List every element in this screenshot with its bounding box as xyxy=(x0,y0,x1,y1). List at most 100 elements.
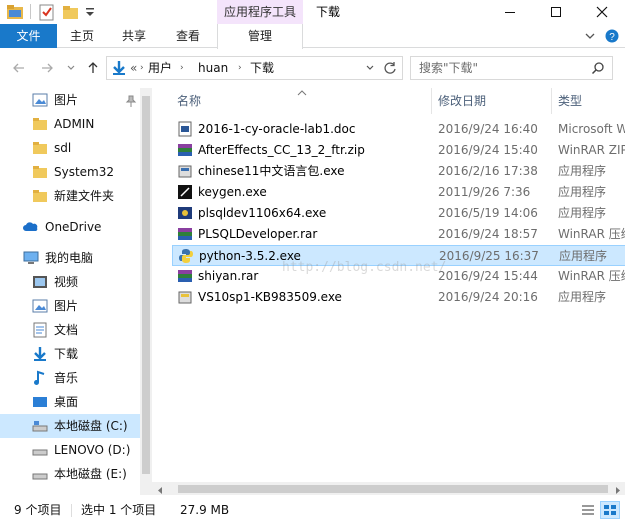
new-folder-icon[interactable] xyxy=(62,3,80,21)
nav-item-system32[interactable]: System32 xyxy=(0,160,140,184)
file-row[interactable]: PLSQLDeveloper.rar 2016/9/24 18:57 WinRA… xyxy=(172,224,625,245)
recent-locations-button[interactable] xyxy=(62,59,80,77)
file-list-horizontal-scrollbar[interactable] xyxy=(152,482,625,495)
nav-item-label: LENOVO (D:) xyxy=(54,443,131,457)
scrollbar-thumb[interactable] xyxy=(142,96,150,474)
nav-item-admin[interactable]: ADMIN xyxy=(0,112,140,136)
breadcrumb-separator-icon[interactable]: › xyxy=(180,57,184,79)
pictures-icon xyxy=(32,92,48,108)
minimize-icon xyxy=(505,12,515,13)
nav-item-drive-d[interactable]: LENOVO (D:) xyxy=(0,438,140,462)
nav-item-sdl[interactable]: sdl xyxy=(0,136,140,160)
nav-item-drive-c[interactable]: 本地磁盘 (C:) xyxy=(0,414,140,438)
explorer-icon[interactable] xyxy=(6,3,24,21)
drive-icon xyxy=(32,466,48,482)
file-name: PLSQLDeveloper.rar xyxy=(198,227,318,241)
winrar-icon xyxy=(177,226,193,242)
chevron-down-icon xyxy=(366,65,374,70)
nav-item-label: 音乐 xyxy=(54,371,79,385)
large-icons-view-button[interactable] xyxy=(600,501,620,519)
file-type: 应用程序 xyxy=(558,290,607,304)
nav-item-desktop[interactable]: 桌面 xyxy=(0,390,140,414)
nav-item-label: 我的电脑 xyxy=(45,251,94,265)
tab-file[interactable]: 文件 xyxy=(0,24,57,48)
up-button[interactable] xyxy=(84,59,102,77)
expand-ribbon-icon[interactable] xyxy=(584,30,596,45)
scroll-left-icon[interactable] xyxy=(156,484,164,498)
file-name: AfterEffects_CC_13_2_ftr.zip xyxy=(198,143,365,157)
search-icon[interactable] xyxy=(591,61,605,78)
divider xyxy=(71,504,72,517)
navigation-pane[interactable]: 图片 ADMIN sdl System32 新建文件夹 OneDrive 我的电… xyxy=(0,88,152,495)
close-button[interactable] xyxy=(579,0,625,24)
tab-share[interactable]: 共享 xyxy=(112,24,156,48)
file-row[interactable]: AfterEffects_CC_13_2_ftr.zip 2016/9/24 1… xyxy=(172,140,625,161)
file-list[interactable]: 名称 修改日期 类型 2016-1-cy-oracle-lab1.doc 201… xyxy=(152,88,625,495)
chevron-down-icon xyxy=(67,65,75,70)
customize-toolbar-icon[interactable] xyxy=(84,3,96,21)
nav-item-documents[interactable]: 文档 xyxy=(0,318,140,342)
tab-manage[interactable]: 管理 xyxy=(217,24,303,49)
file-row[interactable]: plsqldev1106x64.exe 2016/5/19 14:06 应用程序 xyxy=(172,203,625,224)
file-date: 2016/9/24 16:40 xyxy=(438,122,538,136)
tab-view[interactable]: 查看 xyxy=(166,24,210,48)
forward-button[interactable] xyxy=(38,59,56,77)
column-header-name[interactable]: 名称 xyxy=(177,88,201,114)
status-selected-size: 27.9 MB xyxy=(180,503,230,517)
nav-item-pictures[interactable]: 图片 xyxy=(0,294,140,318)
close-icon xyxy=(596,6,608,18)
column-divider[interactable] xyxy=(431,88,432,114)
folder-icon xyxy=(32,188,48,204)
column-divider[interactable] xyxy=(551,88,552,114)
column-header-date[interactable]: 修改日期 xyxy=(438,88,486,114)
tab-home[interactable]: 主页 xyxy=(60,24,104,48)
address-dropdown-button[interactable] xyxy=(365,62,375,76)
search-input[interactable]: 搜索"下载" xyxy=(419,57,478,79)
properties-icon[interactable] xyxy=(38,3,56,21)
breadcrumb-users[interactable]: 用户 xyxy=(148,57,172,79)
nav-item-pictures-pinned[interactable]: 图片 xyxy=(0,88,140,112)
help-icon[interactable]: ? xyxy=(605,29,619,46)
file-row[interactable]: keygen.exe 2011/9/26 7:36 应用程序 xyxy=(172,182,625,203)
breadcrumb-separator-icon[interactable]: › xyxy=(238,57,242,79)
nav-item-new-folder[interactable]: 新建文件夹 xyxy=(0,184,140,208)
arrow-left-icon xyxy=(13,63,24,73)
nav-item-this-pc[interactable]: 我的电脑 xyxy=(0,246,140,270)
folder-icon xyxy=(32,164,48,180)
nav-item-label: 新建文件夹 xyxy=(54,189,115,203)
nav-item-onedrive[interactable]: OneDrive xyxy=(0,215,140,239)
minimize-button[interactable] xyxy=(487,0,533,24)
nav-item-label: 图片 xyxy=(54,93,79,107)
scroll-right-icon[interactable] xyxy=(614,484,622,498)
status-item-count: 9 个项目 xyxy=(14,503,62,517)
breadcrumb-downloads[interactable]: 下载 xyxy=(250,57,274,79)
arrow-right-icon xyxy=(42,63,53,73)
nav-item-label: 本地磁盘 (C:) xyxy=(54,419,128,433)
breadcrumb-huan[interactable]: huan xyxy=(198,57,228,79)
column-header-type[interactable]: 类型 xyxy=(558,88,582,114)
maximize-button[interactable] xyxy=(533,0,579,24)
file-row[interactable]: 2016-1-cy-oracle-lab1.doc 2016/9/24 16:4… xyxy=(172,119,625,140)
plsql-icon xyxy=(177,205,193,221)
file-row[interactable]: VS10sp1-KB983509.exe 2016/9/24 20:16 应用程… xyxy=(172,287,625,308)
file-date: 2016/9/24 15:40 xyxy=(438,143,538,157)
nav-item-drive-e[interactable]: 本地磁盘 (E:) xyxy=(0,462,140,486)
search-box[interactable]: 搜索"下载" xyxy=(410,56,613,80)
context-tab-app-tools[interactable]: 应用程序工具 xyxy=(217,0,303,24)
nav-item-downloads[interactable]: 下载 xyxy=(0,342,140,366)
address-bar[interactable]: « › 用户 › huan › 下载 xyxy=(106,56,403,80)
scrollbar-thumb[interactable] xyxy=(178,485,608,493)
nav-pane-scrollbar[interactable] xyxy=(140,88,152,495)
window-title: 下载 xyxy=(316,5,341,19)
drive-icon xyxy=(32,418,48,434)
nav-item-music[interactable]: 音乐 xyxy=(0,366,140,390)
breadcrumb-separator-icon[interactable]: › xyxy=(140,57,144,79)
ribbon-tabs: 文件 主页 共享 查看 管理 ? xyxy=(0,24,625,49)
file-row[interactable]: chinese11中文语言包.exe 2016/2/16 17:38 应用程序 xyxy=(172,161,625,182)
file-name: plsqldev1106x64.exe xyxy=(198,206,327,220)
back-button[interactable] xyxy=(10,59,28,77)
refresh-button[interactable] xyxy=(383,61,397,78)
nav-item-videos[interactable]: 视频 xyxy=(0,270,140,294)
details-view-button[interactable] xyxy=(578,501,598,519)
breadcrumb-overflow[interactable]: « xyxy=(130,57,137,79)
